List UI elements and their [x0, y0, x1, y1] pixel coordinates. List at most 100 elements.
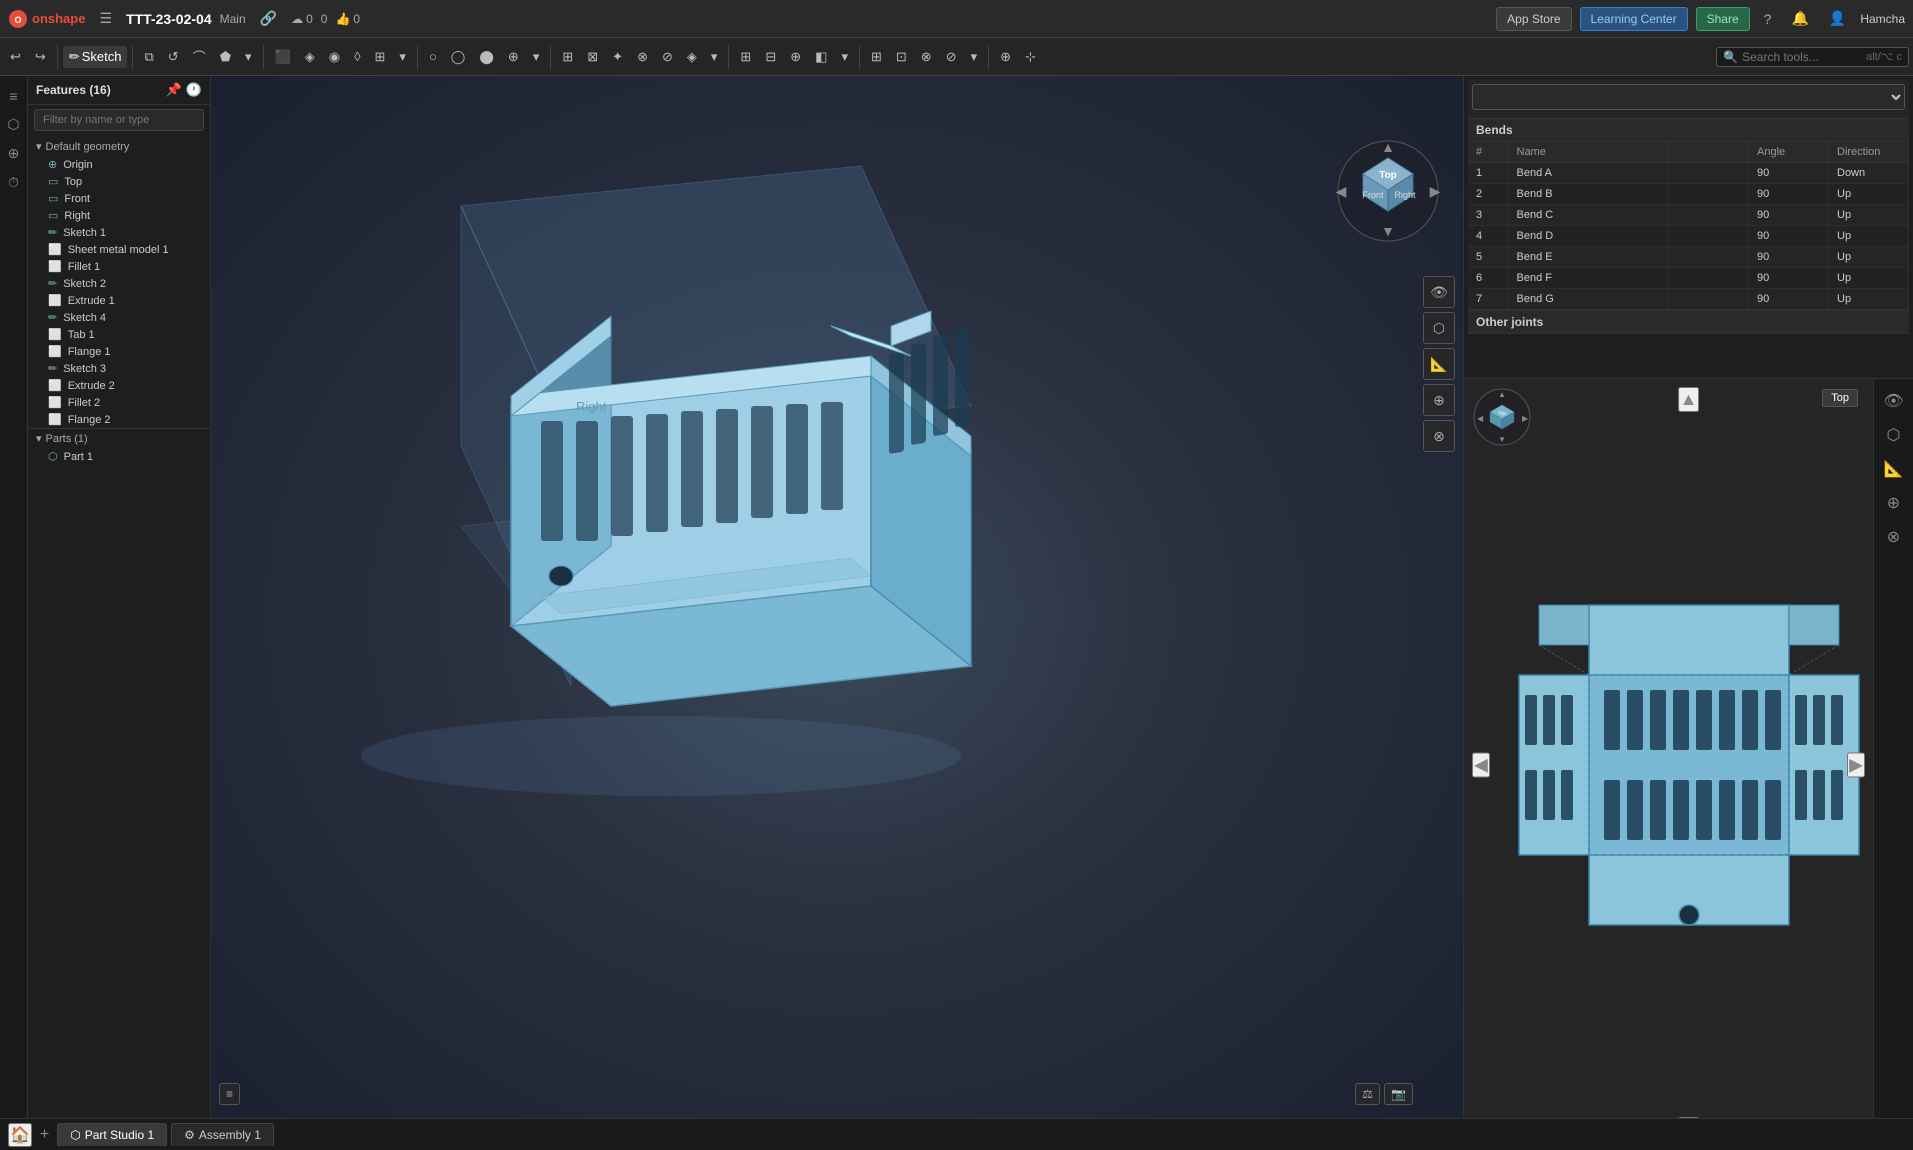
sketch-button[interactable]: ✏ Sketch [63, 46, 128, 68]
tool22[interactable]: ⊘ [940, 46, 963, 68]
search-input[interactable] [1742, 50, 1862, 64]
flat-pattern-nav-top[interactable]: ▲ [1678, 387, 1700, 412]
dropdown2[interactable]: ▾ [393, 46, 412, 68]
mates-icon[interactable]: ⊕ [4, 141, 24, 166]
tool23[interactable]: ⊕ [994, 46, 1017, 68]
feature-right[interactable]: ▭ Right [28, 207, 210, 224]
share-button[interactable]: Share [1696, 7, 1750, 31]
viewport-icon-5[interactable]: ⊗ [1423, 420, 1455, 452]
parts-chevron: ▾ [36, 432, 42, 445]
part1-label: Part 1 [64, 451, 93, 463]
tool4[interactable]: ⊞ [369, 46, 392, 68]
feature-flange1[interactable]: ⬜ Flange 1 [28, 343, 210, 360]
feature-fillet2[interactable]: ⬜ Fillet 2 [28, 394, 210, 411]
tool16[interactable]: ⊟ [759, 46, 782, 68]
sidebar-pin-icon[interactable]: 📌 [166, 82, 182, 98]
appstore-button[interactable]: App Store [1496, 7, 1571, 31]
tool19[interactable]: ⊞ [865, 46, 888, 68]
feature-tab1[interactable]: ⬜ Tab 1 [28, 326, 210, 343]
tool5[interactable]: ○ [423, 46, 443, 67]
viewport-icon-1[interactable]: 👁 [1423, 276, 1455, 308]
viewport-scale-icon[interactable]: ⚖ [1355, 1083, 1380, 1105]
tool10[interactable]: ⊠ [581, 46, 604, 68]
forward-icon[interactable]: ↪ [29, 46, 52, 68]
parts-header[interactable]: ▾ Parts (1) [28, 429, 210, 448]
help-icon[interactable]: ? [1758, 9, 1778, 29]
tool6[interactable]: ◯ [445, 46, 472, 68]
tool3[interactable]: ◊ [348, 46, 366, 67]
features-icon[interactable]: ≡ [5, 84, 21, 108]
flat-pattern-nav-right[interactable]: ▶ [1847, 752, 1865, 777]
user-avatar[interactable]: 👤 [1823, 8, 1852, 29]
bends-dropdown[interactable] [1472, 84, 1905, 110]
feature-sketch4[interactable]: ✏ Sketch 4 [28, 309, 210, 326]
sidebar-history-icon[interactable]: 🕐 [186, 82, 202, 98]
notifications-icon[interactable]: 🔔 [1785, 8, 1814, 29]
tool8[interactable]: ⊕ [502, 46, 525, 68]
feature-sketch2[interactable]: ✏ Sketch 2 [28, 275, 210, 292]
default-geometry-header[interactable]: ▾ Default geometry [28, 137, 210, 156]
tool20[interactable]: ⊡ [890, 46, 913, 68]
viewport-icon-4[interactable]: ⊕ [1423, 384, 1455, 416]
copy-icon[interactable]: ⧉ [138, 46, 159, 68]
right-icon-4[interactable]: ⊕ [1883, 489, 1904, 517]
orientation-cube[interactable]: ▲ ▼ ◀ ▶ Top Front Right [1333, 136, 1443, 246]
learning-center-button[interactable]: Learning Center [1580, 7, 1688, 31]
feature-part1[interactable]: ⬡ Part 1 [28, 448, 210, 465]
home-icon[interactable]: 🏠 [8, 1123, 32, 1147]
tool2[interactable]: ◉ [323, 46, 346, 68]
feature-sketch3[interactable]: ✏ Sketch 3 [28, 360, 210, 377]
parts-icon[interactable]: ⬡ [3, 112, 23, 137]
viewport-icon-2[interactable]: ⬡ [1423, 312, 1455, 344]
tool11[interactable]: ✦ [606, 46, 629, 68]
hamburger-icon[interactable]: ☰ [93, 8, 118, 29]
history-icon[interactable]: ⏱ [4, 170, 23, 195]
tool12[interactable]: ⊗ [631, 46, 654, 68]
viewport[interactable]: Right ▲ ▼ ◀ ▶ [211, 76, 1463, 1150]
add-tab-button[interactable]: + [36, 1126, 53, 1144]
shape-icon[interactable]: ⬟ [214, 46, 237, 68]
refresh-icon[interactable]: ↺ [162, 46, 185, 68]
feature-front[interactable]: ▭ Front [28, 190, 210, 207]
right-icon-5[interactable]: ⊗ [1883, 523, 1904, 551]
dropdown3[interactable]: ▾ [527, 46, 546, 68]
tab-assembly[interactable]: ⚙ Assembly 1 [171, 1123, 274, 1146]
feature-sheet-metal[interactable]: ⬜ Sheet metal model 1 [28, 241, 210, 258]
dropdown5[interactable]: ▾ [835, 46, 854, 68]
link-icon[interactable]: 🔗 [254, 8, 283, 29]
dropdown6[interactable]: ▾ [965, 46, 984, 68]
tool14[interactable]: ◈ [681, 46, 703, 68]
right-icon-3[interactable]: 📐 [1880, 455, 1908, 483]
right-icon-2[interactable]: ⬡ [1883, 421, 1905, 449]
flat-pattern-nav-left[interactable]: ◀ [1472, 752, 1490, 777]
tool1[interactable]: ◈ [299, 46, 321, 68]
cube-icon[interactable]: ⬛ [269, 46, 297, 68]
feature-fillet1[interactable]: ⬜ Fillet 1 [28, 258, 210, 275]
tool17[interactable]: ⊕ [784, 46, 807, 68]
dropdown4[interactable]: ▾ [705, 46, 724, 68]
viewport-list-icon[interactable]: ≡ [219, 1083, 240, 1105]
feature-origin[interactable]: ⊕ Origin [28, 156, 210, 173]
viewport-icon-3[interactable]: 📐 [1423, 348, 1455, 380]
tool7[interactable]: ⬤ [473, 46, 500, 68]
curve-icon[interactable]: ⌒ [187, 44, 212, 69]
tool15[interactable]: ⊞ [734, 46, 757, 68]
feature-top[interactable]: ▭ Top [28, 173, 210, 190]
feature-extrude1[interactable]: ⬜ Extrude 1 [28, 292, 210, 309]
filter-input[interactable] [34, 109, 204, 131]
tool9[interactable]: ⊞ [556, 46, 579, 68]
tab-part-studio[interactable]: ⬡ Part Studio 1 [57, 1123, 167, 1146]
tool18[interactable]: ◧ [809, 46, 833, 68]
tool13[interactable]: ⊘ [656, 46, 679, 68]
feature-sketch1[interactable]: ✏ Sketch 1 [28, 224, 210, 241]
move-icon[interactable]: ⊹ [1019, 46, 1042, 68]
back-icon[interactable]: ↩ [4, 46, 27, 68]
tool21[interactable]: ⊗ [915, 46, 938, 68]
viewport-camera-icon[interactable]: 📷 [1384, 1083, 1413, 1105]
feature-extrude2[interactable]: ⬜ Extrude 2 [28, 377, 210, 394]
cell-direction: Up [1829, 247, 1909, 268]
right-icon-1[interactable]: 👁 [1879, 387, 1907, 415]
app-logo[interactable]: O onshape [8, 9, 85, 29]
feature-flange2[interactable]: ⬜ Flange 2 [28, 411, 210, 428]
dropdown1[interactable]: ▾ [239, 46, 258, 68]
